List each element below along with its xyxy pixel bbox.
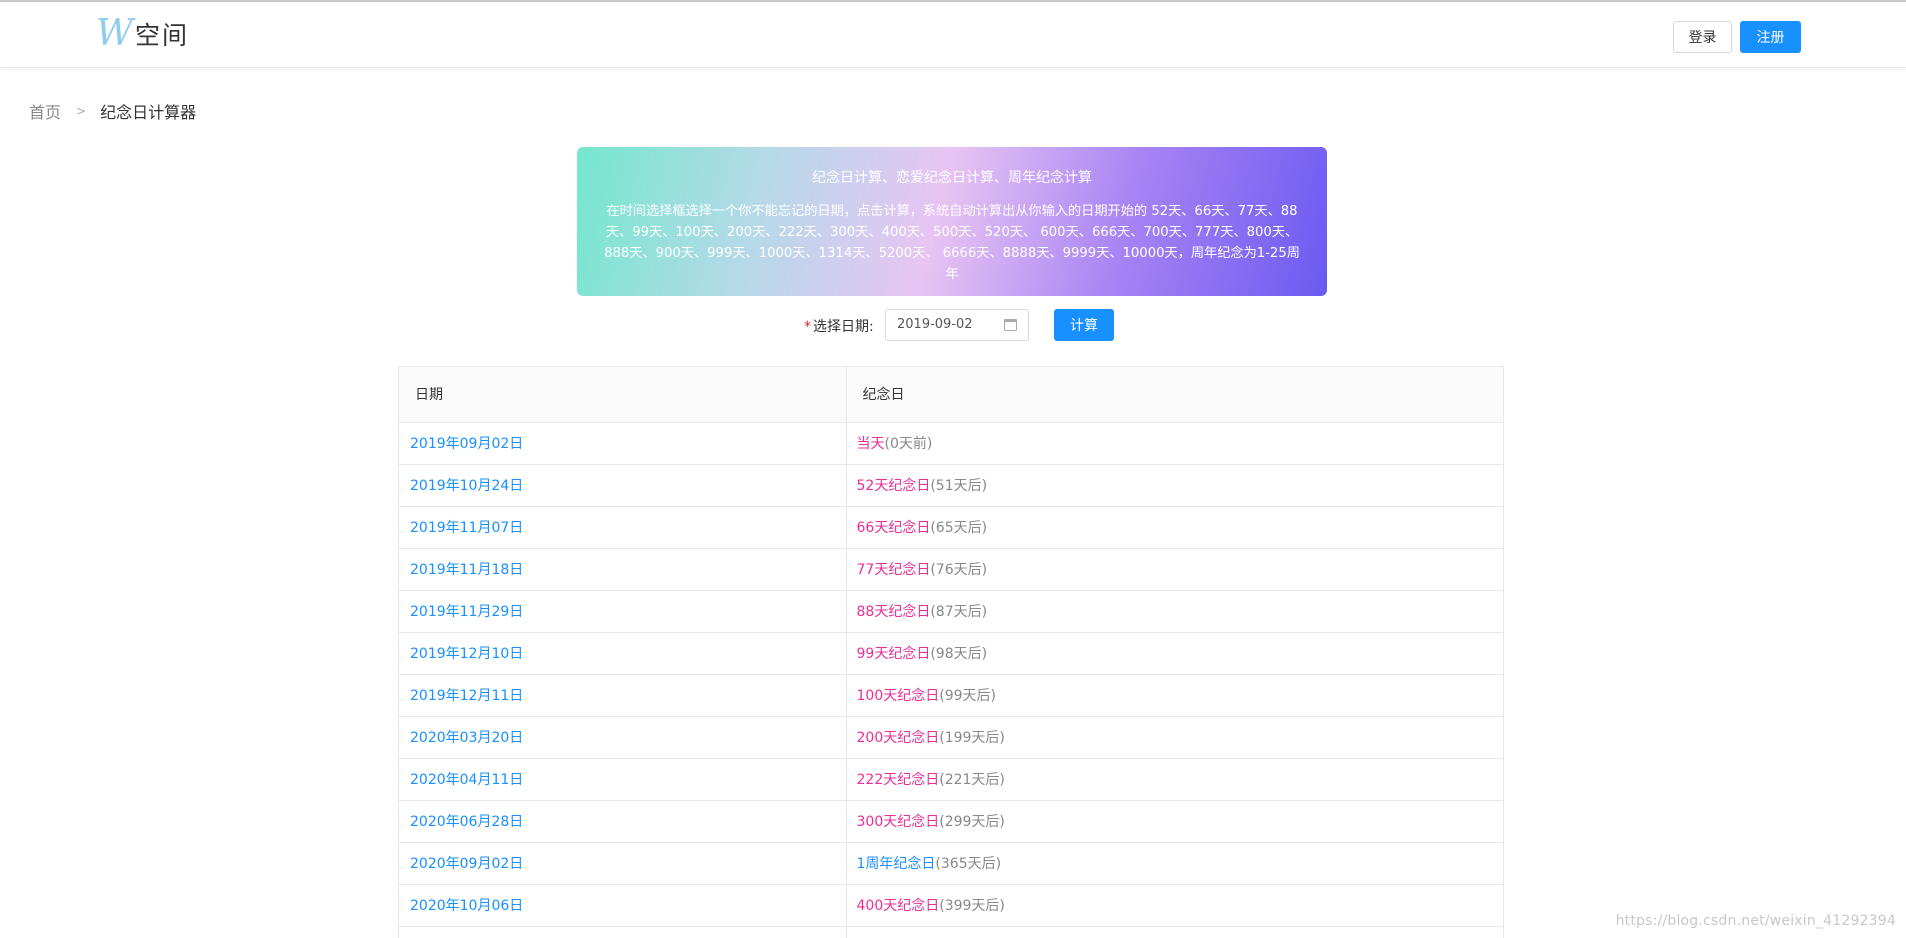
date-cell <box>399 926 847 938</box>
date-label: * 选择日期: <box>804 316 874 336</box>
breadcrumb-current: 纪念日计算器 <box>100 103 197 122</box>
logo-text: 空间 <box>135 21 190 50</box>
watermark: https://blog.csdn.net/weixin_41292394 <box>1615 913 1896 929</box>
anniversary-name: 99天纪念日 <box>856 646 931 662</box>
breadcrumb: 首页 > 纪念日计算器 <box>29 99 196 123</box>
breadcrumb-separator: > <box>76 104 87 118</box>
days-offset: (199天后) <box>939 730 1005 746</box>
anniversary-cell: 100天纪念日(99天后) <box>846 674 1503 717</box>
days-offset: (65天后) <box>930 520 988 536</box>
date-cell: 2019年11月18日 <box>399 548 847 591</box>
anniversary-name: 52天纪念日 <box>856 478 931 494</box>
breadcrumb-home-link[interactable]: 首页 <box>29 99 61 123</box>
site-logo[interactable]: W 空间 <box>96 16 189 52</box>
anniversary-cell: 222天纪念日(221天后) <box>846 758 1503 801</box>
table-row: 2019年11月18日 77天纪念日(76天后) <box>399 548 1503 591</box>
anniversary-cell: 300天纪念日(299天后) <box>846 800 1503 843</box>
calculate-button[interactable]: 计算 <box>1054 309 1114 341</box>
days-offset: (98天后) <box>930 646 988 662</box>
table-row: 2020年04月11日 222天纪念日(221天后) <box>399 758 1503 801</box>
date-form: * 选择日期: 2019-09-02 计算 <box>0 308 1906 342</box>
anniversary-cell: 66天纪念日(65天后) <box>846 506 1503 549</box>
days-offset: (0天前) <box>884 436 933 452</box>
anniversary-cell: 88天纪念日(87天后) <box>846 590 1503 633</box>
date-cell: 2020年10月06日 <box>399 884 847 927</box>
table-row: 2020年03月20日 200天纪念日(199天后) <box>399 716 1503 759</box>
anniversary-name: 300天纪念日 <box>856 814 940 830</box>
anniversary-name: 222天纪念日 <box>856 772 940 788</box>
table-row: 2020年10月06日 400天纪念日(399天后) <box>399 884 1503 927</box>
date-cell: 2020年06月28日 <box>399 800 847 843</box>
logo-letter: W <box>96 13 134 54</box>
date-picker-input[interactable]: 2019-09-02 <box>885 309 1029 341</box>
days-offset: (365天后) <box>935 856 1002 872</box>
table-row <box>399 926 1503 938</box>
anniversary-name: 400天纪念日 <box>856 898 940 914</box>
banner-description: 在时间选择框选择一个你不能忘记的日期，点击计算，系统自动计算出从你输入的日期开始… <box>604 204 1300 282</box>
anniversary-cell: 52天纪念日(51天后) <box>846 464 1503 507</box>
table-row: 2019年09月02日 当天(0天前) <box>399 422 1503 465</box>
days-offset: (51天后) <box>930 478 988 494</box>
table-header-row: 日期 纪念日 <box>399 367 1503 423</box>
anniversary-table: 日期 纪念日 2019年09月02日 当天(0天前) 2019年10月24日 52天纪… <box>398 366 1504 938</box>
register-button[interactable]: 注册 <box>1740 21 1801 53</box>
anniversary-cell: 77天纪念日(76天后) <box>846 548 1503 591</box>
anniversary-name: 88天纪念日 <box>856 604 931 620</box>
anniversary-cell: 200天纪念日(199天后) <box>846 716 1503 759</box>
table-row: 2019年11月29日 88天纪念日(87天后) <box>399 590 1503 633</box>
date-label-text: 选择日期: <box>813 319 874 335</box>
banner-title: 纪念日计算、恋爱纪念日计算、周年纪念计算 <box>812 170 1092 186</box>
intro-banner: 纪念日计算、恋爱纪念日计算、周年纪念计算 在时间选择框选择一个你不能忘记的日期，… <box>577 147 1327 296</box>
table-row: 2019年12月11日 100天纪念日(99天后) <box>399 674 1503 717</box>
calendar-icon[interactable] <box>1004 319 1017 331</box>
date-cell: 2020年03月20日 <box>399 716 847 759</box>
date-value: 2019-09-02 <box>897 317 973 332</box>
anniversary-cell: 99天纪念日(98天后) <box>846 632 1503 675</box>
date-cell: 2019年12月10日 <box>399 632 847 675</box>
anniversary-cell: 1周年纪念日(365天后) <box>846 842 1503 885</box>
anniversary-cell: 400天纪念日(399天后) <box>846 884 1503 927</box>
anniversary-name: 1周年纪念日 <box>856 856 936 872</box>
date-cell: 2019年11月29日 <box>399 590 847 633</box>
column-header-date: 日期 <box>399 367 847 423</box>
top-navbar: W 空间 登录 注册 <box>0 4 1906 68</box>
date-cell: 2019年12月11日 <box>399 674 847 717</box>
anniversary-name: 100天纪念日 <box>856 688 940 704</box>
required-mark: * <box>804 319 811 335</box>
anniversary-name: 200天纪念日 <box>856 730 940 746</box>
login-button[interactable]: 登录 <box>1673 21 1732 53</box>
days-offset: (299天后) <box>939 814 1005 830</box>
table-row: 2020年09月02日 1周年纪念日(365天后) <box>399 842 1503 885</box>
anniversary-cell <box>846 926 1503 938</box>
anniversary-cell: 当天(0天前) <box>846 422 1503 465</box>
column-header-anniversary: 纪念日 <box>846 367 1503 423</box>
date-cell: 2020年09月02日 <box>399 842 847 885</box>
days-offset: (99天后) <box>939 688 996 704</box>
days-offset: (221天后) <box>939 772 1005 788</box>
date-cell: 2020年04月11日 <box>399 758 847 801</box>
anniversary-name: 66天纪念日 <box>856 520 931 536</box>
date-cell: 2019年11月07日 <box>399 506 847 549</box>
anniversary-name: 当天 <box>856 436 885 452</box>
days-offset: (87天后) <box>930 604 988 620</box>
days-offset: (76天后) <box>930 562 988 578</box>
table-row: 2019年12月10日 99天纪念日(98天后) <box>399 632 1503 675</box>
table-row: 2019年10月24日 52天纪念日(51天后) <box>399 464 1503 507</box>
date-cell: 2019年09月02日 <box>399 422 847 465</box>
date-cell: 2019年10月24日 <box>399 464 847 507</box>
days-offset: (399天后) <box>939 898 1005 914</box>
table-row: 2020年06月28日 300天纪念日(299天后) <box>399 800 1503 843</box>
table-row: 2019年11月07日 66天纪念日(65天后) <box>399 506 1503 549</box>
anniversary-name: 77天纪念日 <box>856 562 931 578</box>
